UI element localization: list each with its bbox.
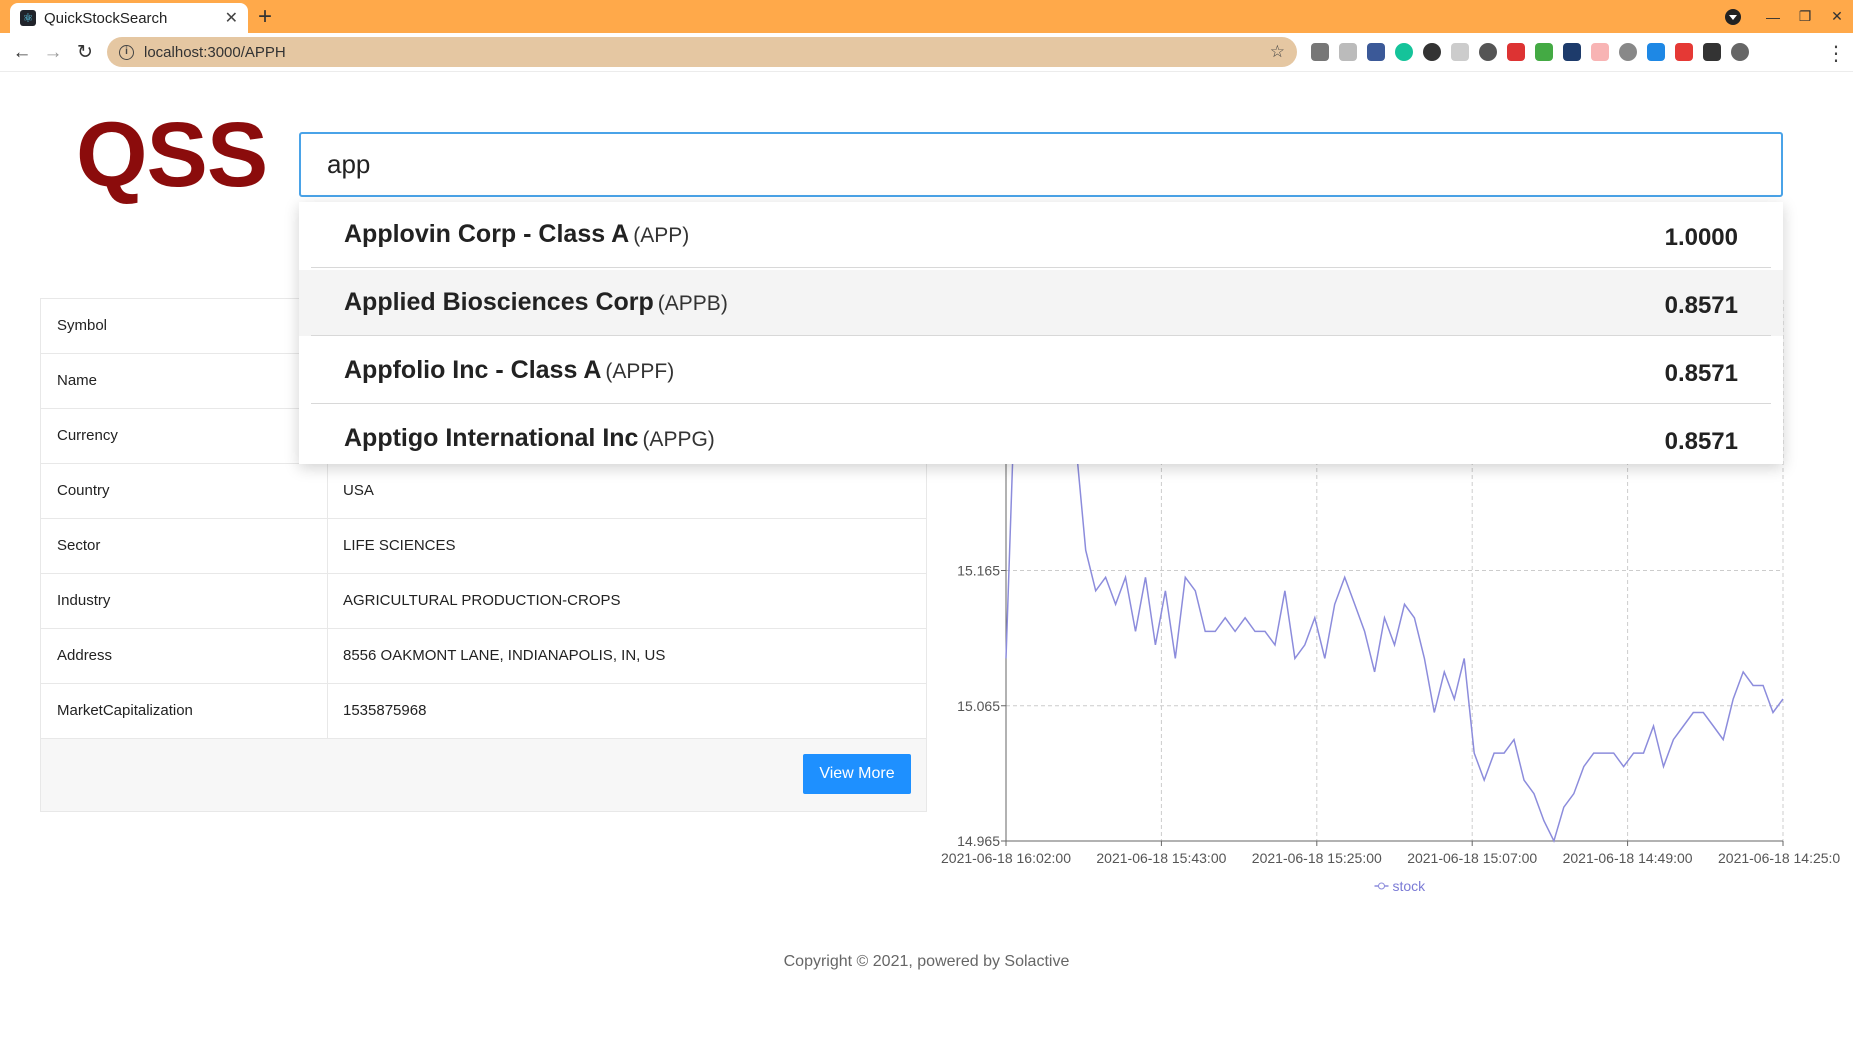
suggestion-symbol: (APPB)	[657, 292, 728, 315]
new-tab-button[interactable]: +	[258, 4, 272, 30]
bookmark-star-icon[interactable]: ☆	[1270, 42, 1285, 62]
qss-logo: QSS	[76, 104, 268, 206]
suggestion-name: Appfolio Inc - Class A (APPF)	[344, 356, 675, 384]
legend-label: stock	[1393, 878, 1427, 894]
extension-icon[interactable]	[1479, 43, 1497, 61]
row-label: Address	[57, 647, 113, 664]
suggestion-score: 0.8571	[1664, 292, 1738, 319]
site-info-icon[interactable]: i	[119, 44, 134, 60]
divider	[327, 684, 328, 739]
url-text[interactable]: localhost:3000/APPH	[144, 44, 1270, 61]
browser-toolbar: ← → ↻ i localhost:3000/APPH ☆ ⋮	[0, 33, 1853, 72]
extension-icon[interactable]	[1619, 43, 1637, 61]
x-tick-label: 2021-06-18 16:02:00	[941, 850, 1071, 866]
row-label: Name	[57, 372, 98, 389]
react-favicon-icon: ⚛	[20, 10, 36, 26]
suggestion-item[interactable]: Applied Biosciences Corp (APPB) 0.8571	[299, 270, 1783, 336]
extension-icon[interactable]	[1591, 43, 1609, 61]
divider	[327, 464, 328, 519]
row-value: LIFE SCIENCES	[343, 537, 456, 554]
row-label: MarketCapitalization	[57, 702, 193, 719]
grammarly-icon[interactable]	[1395, 43, 1413, 61]
suggestion-name: Applied Biosciences Corp (APPB)	[344, 288, 728, 316]
browser-tab-bar: ⚛ QuickStockSearch ✕ + — ❐ ✕	[0, 0, 1853, 33]
x-tick-label: 2021-06-18 15:43:00	[1096, 850, 1226, 866]
table-row: Address 8556 OAKMONT LANE, INDIANAPOLIS,…	[41, 629, 926, 684]
x-tick-label: 2021-06-18 15:07:00	[1407, 850, 1537, 866]
table-footer: View More	[41, 739, 926, 811]
extension-icon[interactable]	[1423, 43, 1441, 61]
row-label: Sector	[57, 537, 101, 554]
extension-icon[interactable]	[1311, 43, 1329, 61]
y-tick-label: 14.965	[957, 833, 1000, 849]
tab-search-icon[interactable]	[1725, 8, 1741, 25]
suggestion-item[interactable]: Applovin Corp - Class A (APP) 1.0000	[299, 202, 1783, 268]
divider	[311, 403, 1771, 404]
address-bar[interactable]: i localhost:3000/APPH ☆	[107, 37, 1297, 67]
y-tick-label: 15.065	[957, 698, 1000, 714]
divider	[311, 267, 1771, 268]
suggestion-score: 1.0000	[1664, 224, 1738, 251]
row-value: 1535875968	[343, 702, 427, 719]
row-label: Country	[57, 482, 110, 499]
extension-icon[interactable]	[1563, 43, 1581, 61]
close-window-button[interactable]: ✕	[1821, 8, 1853, 25]
extension-icon[interactable]	[1535, 43, 1553, 61]
extensions-area	[1311, 43, 1749, 61]
minimize-button[interactable]: —	[1757, 9, 1789, 25]
divider	[311, 335, 1771, 336]
y-tick-label: 15.165	[957, 563, 1000, 579]
reload-button[interactable]: ↻	[73, 41, 97, 65]
view-more-button[interactable]: View More	[803, 754, 911, 794]
extension-icon[interactable]	[1367, 43, 1385, 61]
suggestion-symbol: (APPF)	[605, 360, 675, 383]
x-tick-label: 2021-06-18 14:25:00	[1718, 850, 1840, 866]
divider	[327, 574, 328, 629]
profile-avatar-icon[interactable]	[1731, 43, 1749, 61]
restore-button[interactable]: ❐	[1789, 8, 1821, 25]
suggestion-name: Applovin Corp - Class A (APP)	[344, 220, 690, 248]
extension-icon[interactable]	[1507, 43, 1525, 61]
x-tick-label: 2021-06-18 14:49:00	[1563, 850, 1693, 866]
x-tick-label: 2021-06-18 15:25:00	[1252, 850, 1382, 866]
suggestion-item[interactable]: Appfolio Inc - Class A (APPF) 0.8571	[299, 338, 1783, 404]
forward-button[interactable]: →	[41, 41, 65, 65]
suggestion-score: 0.8571	[1664, 428, 1738, 455]
divider	[327, 519, 328, 574]
suggestion-name: Apptigo International Inc (APPG)	[344, 424, 715, 452]
table-row: Sector LIFE SCIENCES	[41, 519, 926, 574]
legend-marker-dot	[1378, 882, 1385, 890]
suggestion-symbol: (APPG)	[642, 428, 715, 451]
suggestion-score: 0.8571	[1664, 360, 1738, 387]
extension-icon[interactable]	[1451, 43, 1469, 61]
row-label: Currency	[57, 427, 118, 444]
row-label: Symbol	[57, 317, 108, 334]
extensions-puzzle-icon[interactable]	[1703, 43, 1721, 61]
suggestion-symbol: (APP)	[633, 224, 690, 247]
suggestion-item[interactable]: Apptigo International Inc (APPG) 0.8571	[299, 406, 1783, 464]
table-row: Country USA	[41, 464, 926, 519]
browser-menu-icon[interactable]: ⋮	[1826, 41, 1846, 66]
back-button[interactable]: ←	[10, 41, 34, 65]
tab-title: QuickStockSearch	[44, 9, 168, 27]
table-row: MarketCapitalization 1535875968	[41, 684, 926, 739]
window-controls: — ❐ ✕	[1725, 0, 1853, 33]
browser-tab[interactable]: ⚛ QuickStockSearch ✕	[10, 3, 248, 33]
extension-icon[interactable]	[1647, 43, 1665, 61]
row-value: 8556 OAKMONT LANE, INDIANAPOLIS, IN, US	[343, 647, 666, 664]
extension-icon[interactable]	[1339, 43, 1357, 61]
page-footer: Copyright © 2021, powered by Solactive	[783, 953, 1070, 970]
row-value: USA	[343, 482, 374, 499]
pen-extension-icon[interactable]	[1675, 43, 1693, 61]
divider	[327, 629, 328, 684]
table-row: Industry AGRICULTURAL PRODUCTION-CROPS	[41, 574, 926, 629]
row-label: Industry	[57, 592, 111, 609]
tab-close-icon[interactable]: ✕	[225, 8, 238, 28]
row-value: AGRICULTURAL PRODUCTION-CROPS	[343, 592, 621, 609]
stock-search-input[interactable]	[299, 132, 1783, 197]
search-suggestions-dropdown: Applovin Corp - Class A (APP) 1.0000 Appl…	[299, 202, 1783, 464]
